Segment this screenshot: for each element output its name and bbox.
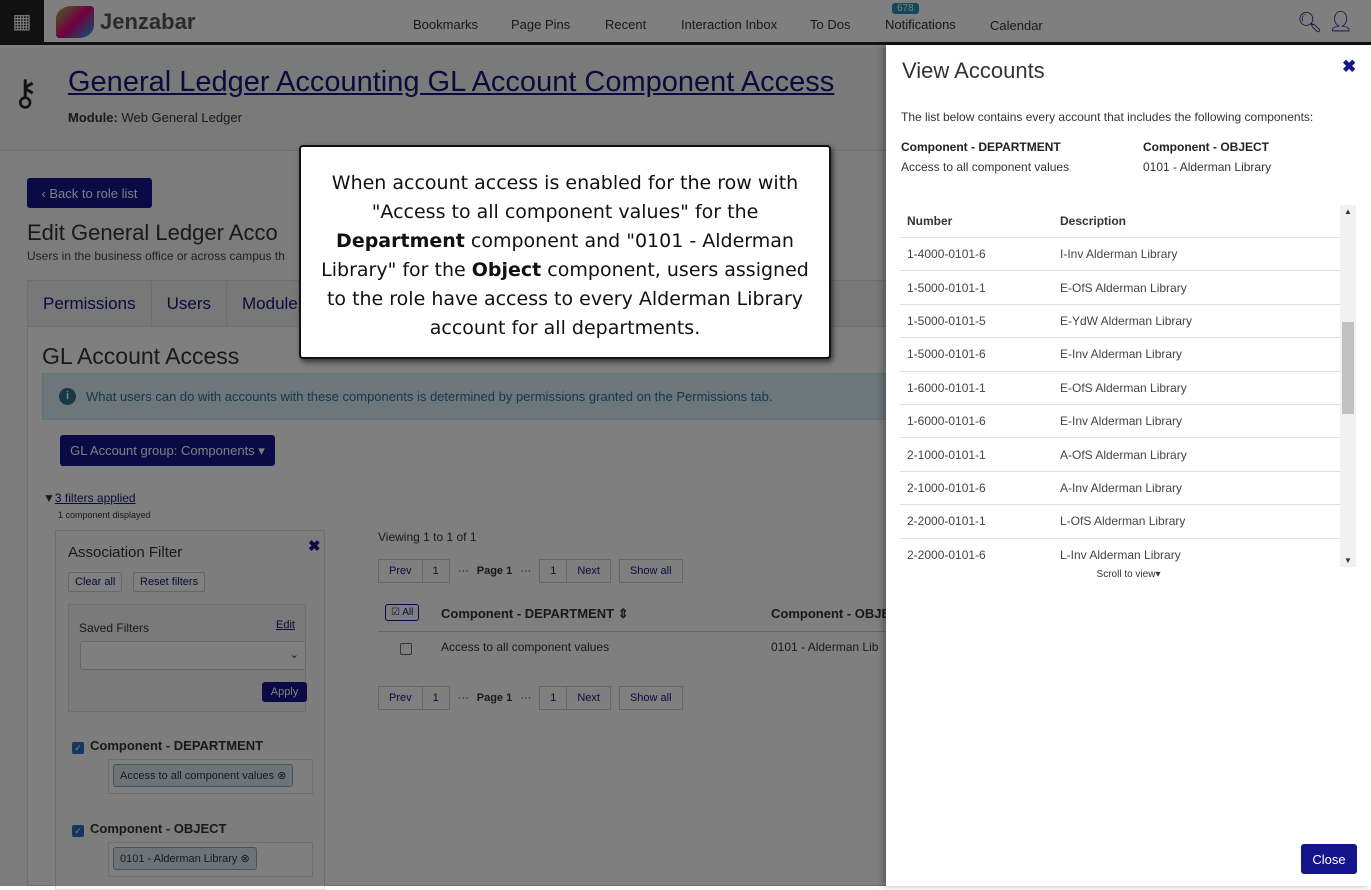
callout-bold: Object [471, 259, 542, 281]
account-description: E-Inv Alderman Library [1060, 414, 1183, 429]
account-number: 1-6000-0101-6 [907, 414, 986, 429]
scrollbar-thumb[interactable] [1342, 322, 1354, 414]
account-number: 1-4000-0101-6 [907, 247, 986, 262]
account-number: 2-1000-0101-6 [907, 480, 986, 495]
account-row: 1-5000-0101-5 E-YdW Alderman Library [900, 305, 1340, 339]
scroll-down-icon[interactable]: ▼ [1344, 556, 1352, 565]
account-description: E-YdW Alderman Library [1060, 313, 1193, 328]
panel-title: View Accounts [902, 58, 1045, 83]
account-description: L-OfS Alderman Library [1060, 514, 1186, 529]
account-number: 2-2000-0101-6 [907, 547, 986, 562]
account-number: 2-2000-0101-1 [907, 514, 986, 529]
callout-annotation: When account access is enabled for the r… [299, 145, 831, 359]
accounts-table: Number Description 1-4000-0101-6 I-Inv Ald… [900, 205, 1356, 567]
account-number: 1-5000-0101-5 [907, 313, 986, 328]
account-description: E-Inv Alderman Library [1060, 347, 1183, 362]
account-row: 2-1000-0101-1 A-OfS Alderman Library [900, 438, 1340, 472]
accounts-table-header: Number Description [900, 205, 1340, 238]
scroll-hint-text: Scroll to view [1096, 569, 1156, 580]
component-department: Component - DEPARTMENT Access to all comp… [901, 137, 1069, 177]
account-description: L-Inv Alderman Library [1060, 547, 1181, 562]
account-description: E-OfS Alderman Library [1060, 280, 1187, 295]
account-row: 1-5000-0101-1 E-OfS Alderman Library [900, 271, 1340, 305]
account-description: E-OfS Alderman Library [1060, 380, 1187, 395]
component-label: Component - DEPARTMENT [901, 140, 1061, 154]
component-object: Component - OBJECT 0101 - Alderman Librar… [1143, 137, 1271, 177]
component-value: Access to all component values [901, 160, 1070, 174]
account-description: A-OfS Alderman Library [1060, 447, 1187, 462]
scroll-up-icon[interactable]: ▲ [1344, 207, 1352, 216]
account-number: 1-5000-0101-6 [907, 347, 986, 362]
callout-text: When account access is enabled for the r… [331, 172, 799, 223]
account-number: 2-1000-0101-1 [907, 447, 986, 462]
account-description: A-Inv Alderman Library [1060, 480, 1183, 495]
col-description: Description [1060, 214, 1127, 228]
callout-bold: Department [336, 230, 465, 252]
close-icon[interactable]: ✖ [1342, 57, 1356, 77]
account-row: 2-2000-0101-1 L-OfS Alderman Library [900, 505, 1340, 539]
account-row: 1-5000-0101-6 E-Inv Alderman Library [900, 338, 1340, 372]
account-row: 1-6000-0101-1 E-OfS Alderman Library [900, 372, 1340, 405]
account-description: I-Inv Alderman Library [1060, 247, 1178, 262]
component-value: 0101 - Alderman Library [1143, 160, 1272, 174]
account-row: 1-6000-0101-6 E-Inv Alderman Library [900, 405, 1340, 439]
account-number: 1-6000-0101-1 [907, 380, 986, 395]
account-number: 1-5000-0101-1 [907, 280, 986, 295]
panel-description: The list below contains every account th… [901, 110, 1314, 124]
view-accounts-panel: View Accounts ✖ The list below contains … [886, 45, 1371, 886]
scroll-hint: Scroll to view▾ [1096, 569, 1161, 580]
account-row: 1-4000-0101-6 I-Inv Alderman Library [900, 238, 1340, 272]
account-row: 2-1000-0101-6 A-Inv Alderman Library [900, 472, 1340, 506]
col-number: Number [907, 214, 953, 228]
component-label: Component - OBJECT [1143, 140, 1269, 154]
close-button[interactable]: Close [1301, 844, 1357, 874]
account-row: 2-2000-0101-6 L-Inv Alderman Library [900, 539, 1340, 567]
